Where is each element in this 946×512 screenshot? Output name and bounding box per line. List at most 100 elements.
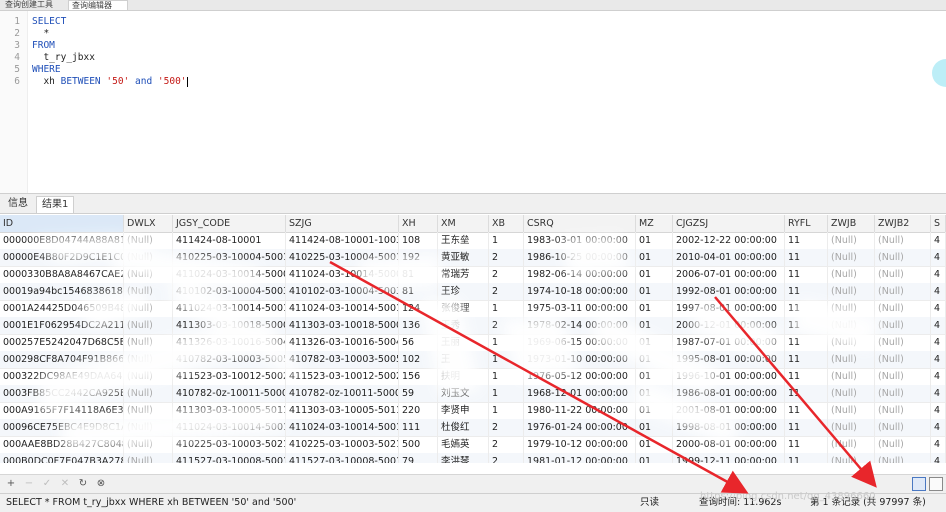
table-cell[interactable]: 410782-03-10003-50059 xyxy=(173,351,286,368)
table-cell[interactable]: 毛嫣英 xyxy=(438,436,489,453)
table-cell[interactable]: (Null) xyxy=(124,249,173,266)
table-cell[interactable]: 2010-04-01 00:00:00 xyxy=(673,249,785,266)
column-header-ryfl[interactable]: RYFL xyxy=(785,215,828,232)
table-cell[interactable]: (Null) xyxy=(875,317,931,334)
table-cell[interactable]: (Null) xyxy=(124,283,173,300)
table-cell[interactable]: (Null) xyxy=(875,334,931,351)
table-cell[interactable]: 01 xyxy=(636,436,673,453)
table-cell[interactable]: 410782-0z-10011-50002 xyxy=(173,385,286,402)
table-cell[interactable]: 102 xyxy=(399,351,438,368)
table-cell[interactable]: 1 xyxy=(489,402,524,419)
table-cell[interactable]: 500 xyxy=(399,436,438,453)
table-cell[interactable]: 01 xyxy=(636,419,673,436)
table-cell[interactable]: 4 xyxy=(931,249,946,266)
table-cell[interactable]: 01 xyxy=(636,334,673,351)
table-cell[interactable]: (Null) xyxy=(828,283,875,300)
table-cell[interactable]: 王丽 xyxy=(438,334,489,351)
table-cell[interactable]: 1969-06-15 00:00:00 xyxy=(524,334,636,351)
table-cell[interactable]: 0000330B8A8A8467CAE2 xyxy=(0,266,124,283)
table-cell[interactable]: (Null) xyxy=(124,232,173,249)
table-row[interactable]: 000B0DC0F7E047B3A278 (Null) 411527-03-1000… xyxy=(0,453,946,463)
refresh-icon[interactable]: ↻ xyxy=(76,477,90,491)
table-cell[interactable]: 01 xyxy=(636,402,673,419)
table-cell[interactable]: (Null) xyxy=(875,402,931,419)
table-cell[interactable]: 王秀 xyxy=(438,317,489,334)
table-row[interactable]: 000A9165F7F14118A6E38 (Null) 411303-03-100… xyxy=(0,402,946,420)
table-cell[interactable]: 01 xyxy=(636,385,673,402)
table-cell[interactable]: 王东垒 xyxy=(438,232,489,249)
table-cell[interactable]: 01 xyxy=(636,300,673,317)
table-cell[interactable]: 01 xyxy=(636,351,673,368)
apply-changes-button[interactable]: ✓ xyxy=(40,477,54,491)
table-cell[interactable]: 156 xyxy=(399,368,438,385)
table-cell[interactable]: 1978-02-14 00:00:00 xyxy=(524,317,636,334)
table-cell[interactable]: 1983-03-01 00:00:00 xyxy=(524,232,636,249)
table-cell[interactable]: 11 xyxy=(785,419,828,436)
table-cell[interactable]: (Null) xyxy=(124,385,173,402)
table-cell[interactable]: 410225-03-10003-50217 xyxy=(173,436,286,453)
table-cell[interactable]: 1974-10-18 00:00:00 xyxy=(524,283,636,300)
table-cell[interactable]: (Null) xyxy=(875,419,931,436)
table-row[interactable]: 00000E4B80F2D9C1E1C0 (Null) 410225-03-1000… xyxy=(0,249,946,267)
table-cell[interactable]: 411024-03-10014-50011 xyxy=(286,300,399,317)
table-cell[interactable]: (Null) xyxy=(124,351,173,368)
table-cell[interactable]: 000257E5242047D68C5EC xyxy=(0,334,124,351)
table-cell[interactable]: 01 xyxy=(636,453,673,463)
table-cell[interactable]: (Null) xyxy=(124,368,173,385)
table-cell[interactable]: 4 xyxy=(931,385,946,402)
table-cell[interactable]: (Null) xyxy=(124,300,173,317)
column-header-szjg[interactable]: SZJG xyxy=(286,215,399,232)
table-cell[interactable]: 1996-10-01 00:00:00 xyxy=(673,368,785,385)
table-cell[interactable]: 1997-08-01 00:00:00 xyxy=(673,300,785,317)
table-cell[interactable]: 1982-06-14 00:00:00 xyxy=(524,266,636,283)
column-header-csrq[interactable]: CSRQ xyxy=(524,215,636,232)
table-cell[interactable]: 11 xyxy=(785,368,828,385)
table-cell[interactable]: 411527-03-10008-50014 xyxy=(173,453,286,463)
table-cell[interactable]: 000AAE8BD28B427C8048 xyxy=(0,436,124,453)
table-cell[interactable]: 411303-03-10018-50003 xyxy=(173,317,286,334)
table-cell[interactable]: 192 xyxy=(399,249,438,266)
table-cell[interactable]: 4 xyxy=(931,317,946,334)
table-cell[interactable]: 2002-12-22 00:00:00 xyxy=(673,232,785,249)
table-cell[interactable]: 410782-0z-10011-50002 xyxy=(286,385,399,402)
table-cell[interactable]: 410102-03-10004-50031 xyxy=(286,283,399,300)
table-cell[interactable]: 常瑞芳 xyxy=(438,266,489,283)
table-cell[interactable]: (Null) xyxy=(875,283,931,300)
table-cell[interactable]: 136 xyxy=(399,317,438,334)
table-cell[interactable]: 4 xyxy=(931,266,946,283)
table-cell[interactable]: 4 xyxy=(931,368,946,385)
table-cell[interactable]: 01 xyxy=(636,249,673,266)
table-cell[interactable]: 00096CE75EBC4E9D8C1A xyxy=(0,419,124,436)
table-cell[interactable]: 1973-01-10 00:00:00 xyxy=(524,351,636,368)
table-cell[interactable]: (Null) xyxy=(875,249,931,266)
table-cell[interactable]: 黄亚敏 xyxy=(438,249,489,266)
column-header-zwjb[interactable]: ZWJB xyxy=(828,215,875,232)
table-cell[interactable]: 11 xyxy=(785,334,828,351)
table-cell[interactable]: 000B0DC0F7E047B3A278 xyxy=(0,453,124,463)
table-cell[interactable]: (Null) xyxy=(124,266,173,283)
table-cell[interactable]: (Null) xyxy=(875,436,931,453)
table-cell[interactable]: (Null) xyxy=(124,436,173,453)
table-cell[interactable]: (Null) xyxy=(828,266,875,283)
table-cell[interactable]: 79 xyxy=(399,453,438,463)
table-cell[interactable]: 01 xyxy=(636,266,673,283)
table-cell[interactable]: 刘玉文 xyxy=(438,385,489,402)
table-cell[interactable]: (Null) xyxy=(828,368,875,385)
table-cell[interactable]: 1976-01-24 00:00:00 xyxy=(524,419,636,436)
table-cell[interactable]: 000A9165F7F14118A6E38 xyxy=(0,402,124,419)
table-cell[interactable]: 000000E8D04744A88A813E xyxy=(0,232,124,249)
table-cell[interactable]: 1987-07-01 00:00:00 xyxy=(673,334,785,351)
table-cell[interactable]: (Null) xyxy=(124,419,173,436)
table-cell[interactable]: (Null) xyxy=(875,453,931,463)
table-cell[interactable]: 11 xyxy=(785,436,828,453)
table-cell[interactable]: 11 xyxy=(785,402,828,419)
table-cell[interactable]: 1975-03-11 00:00:00 xyxy=(524,300,636,317)
table-cell[interactable]: 01 xyxy=(636,317,673,334)
table-cell[interactable]: 4 xyxy=(931,402,946,419)
table-cell[interactable]: 4 xyxy=(931,283,946,300)
table-cell[interactable]: 410225-03-10003-50217 xyxy=(286,436,399,453)
table-cell[interactable]: 411527-03-10008-50014 xyxy=(286,453,399,463)
column-header-mz[interactable]: MZ xyxy=(636,215,673,232)
table-cell[interactable]: 411523-03-10012-50020- xyxy=(286,368,399,385)
table-cell[interactable]: 411024-03-10014-50003- xyxy=(286,266,399,283)
